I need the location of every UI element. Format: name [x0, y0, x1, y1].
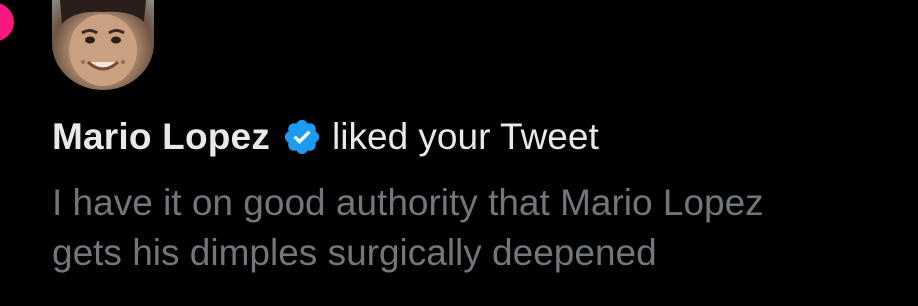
tweet-text-line: gets his dimples surgically deepened — [52, 232, 657, 273]
avatar-photo — [60, 0, 146, 86]
user-name-link[interactable]: Mario Lopez — [52, 112, 270, 162]
heart-icon — [0, 2, 14, 42]
tweet-text[interactable]: I have it on good authority that Mario L… — [52, 178, 918, 278]
avatar[interactable] — [52, 0, 154, 90]
tweet-text-line: I have it on good authority that Mario L… — [52, 182, 764, 223]
notification-header: Mario Lopez liked your Tweet — [52, 112, 599, 162]
notification-action-text: liked your Tweet — [332, 116, 599, 157]
verified-badge-icon — [282, 117, 322, 157]
